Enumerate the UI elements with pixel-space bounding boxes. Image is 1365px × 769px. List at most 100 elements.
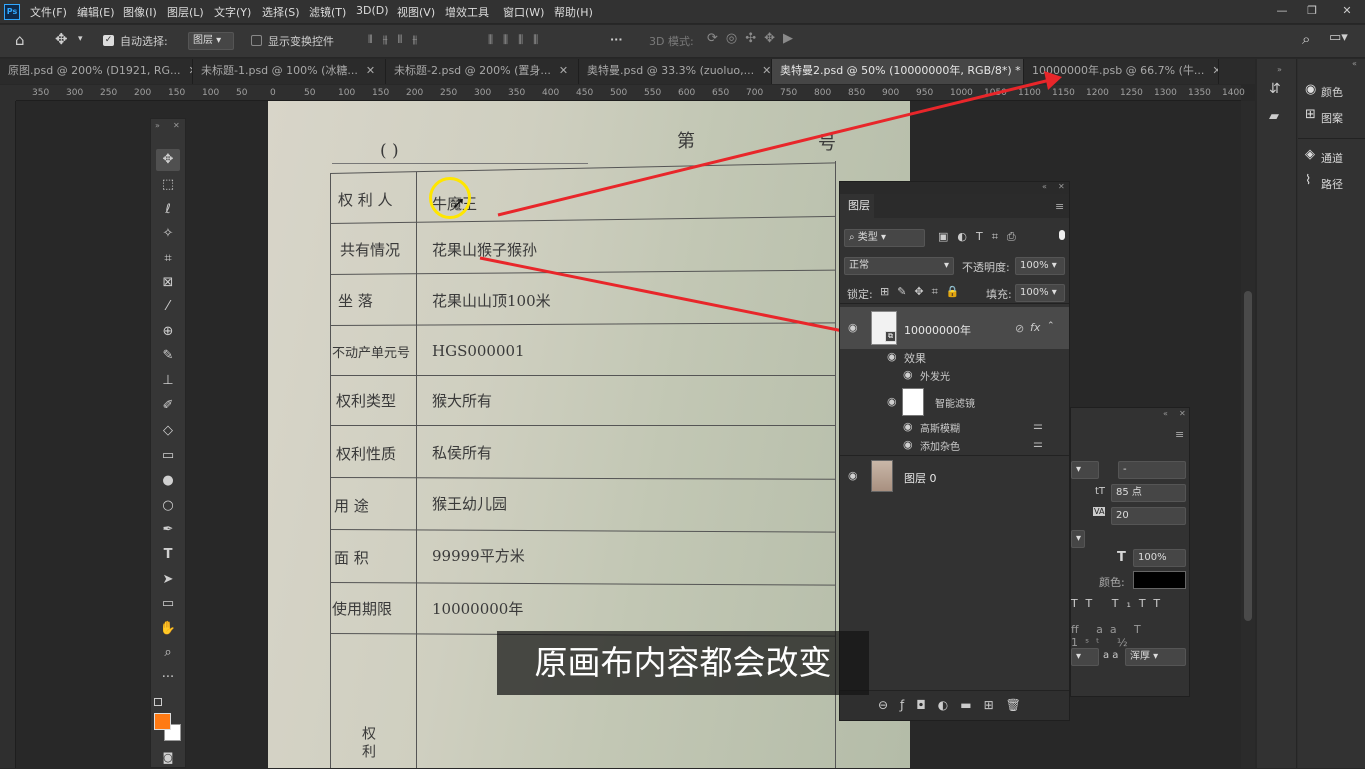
paths-icon[interactable]: ⌇	[1305, 173, 1311, 188]
layer-row-smart-filters[interactable]: ◉ 智能滤镜	[840, 385, 1069, 418]
eye-icon[interactable]: ◉	[848, 321, 858, 334]
dock-color[interactable]: 颜色	[1321, 84, 1343, 100]
collapse-icon[interactable]: «	[1163, 409, 1168, 418]
menu-image[interactable]: 图像(I)	[123, 4, 157, 20]
3d-tool-icons[interactable]: ⟳◎✣✥▶	[707, 31, 801, 46]
hand-tool-icon[interactable]: ✋	[156, 618, 180, 640]
layer-filter-dropdown[interactable]: ⌕ 类型 ▾	[844, 229, 925, 247]
tab-untitled-1[interactable]: 未标题-1.psd @ 100% (冰糖... ✕	[193, 59, 386, 84]
menu-filter[interactable]: 滤镜(T)	[309, 4, 346, 20]
kerning-dropdown[interactable]: ▾	[1071, 530, 1085, 548]
close-tab-icon[interactable]: ✕	[366, 64, 375, 77]
text-style-icons[interactable]: TT T₁TT	[1071, 597, 1168, 610]
chevron-down-icon[interactable]: ▾	[78, 34, 83, 44]
tab-aoteman2[interactable]: 奥特曼2.psd @ 50% (10000000年, RGB/8*) *✕	[772, 59, 1024, 84]
menu-help[interactable]: 帮助(H)	[554, 4, 593, 20]
menu-select[interactable]: 选择(S)	[262, 4, 300, 20]
eraser-icon[interactable]: ◇	[156, 420, 180, 442]
layer-row-effects[interactable]: ◉ 效果	[840, 349, 1069, 367]
filter-toggle[interactable]	[1059, 230, 1065, 240]
opacity-input[interactable]: 100% ▾	[1015, 257, 1065, 275]
close-tab-icon[interactable]: ✕	[762, 64, 771, 77]
eye-icon[interactable]: ◉	[887, 350, 897, 363]
dock-channels[interactable]: 通道	[1321, 150, 1343, 166]
foreground-color-swatch[interactable]	[154, 713, 171, 730]
tab-yuantu[interactable]: 原图.psd @ 200% (D1921, RG...✕	[0, 59, 193, 84]
text-color-swatch[interactable]	[1133, 571, 1186, 589]
more-options-icon[interactable]: ···	[610, 33, 623, 46]
comment-icon[interactable]: ▰	[1269, 109, 1279, 124]
lock-icons[interactable]: ⊞✎✥⌗🔒	[880, 285, 968, 299]
collapse-icon[interactable]: «	[1042, 182, 1047, 191]
font-family-dropdown[interactable]: ▾	[1071, 461, 1099, 479]
workspace-icon[interactable]: ▭▾	[1329, 30, 1348, 45]
menu-view[interactable]: 视图(V)	[397, 4, 435, 20]
move-tool-icon[interactable]: ✥	[55, 30, 68, 48]
menu-edit[interactable]: 编辑(E)	[77, 4, 115, 20]
home-icon[interactable]: ⌂	[15, 31, 25, 49]
gradient-tool-icon[interactable]: ▭	[156, 445, 180, 467]
panel-menu-icon[interactable]: ≡	[1175, 428, 1184, 441]
default-colors-icon[interactable]	[154, 698, 162, 706]
antialias-dropdown[interactable]: 浑厚 ▾	[1125, 648, 1186, 666]
font-style-dropdown[interactable]: -	[1118, 461, 1186, 479]
quick-mask-icon[interactable]: ◙	[156, 747, 180, 769]
filter-icons[interactable]: ▣◐T⌗⎙	[938, 230, 1025, 244]
zoom-tool-icon[interactable]: ⌕	[156, 642, 180, 664]
layer-row-layer0[interactable]: ◉ 图层 0	[840, 457, 1069, 495]
dock-paths[interactable]: 路径	[1321, 176, 1343, 192]
crop-tool-icon[interactable]: ⌗	[156, 248, 180, 270]
font-size-input[interactable]: 85 点	[1111, 484, 1186, 502]
blend-mode-dropdown[interactable]: 正常 ▾	[844, 257, 954, 275]
type-tool-icon[interactable]: T	[156, 544, 180, 566]
tracking-input[interactable]: 20	[1111, 507, 1186, 525]
close-icon[interactable]: ✕	[1179, 409, 1186, 418]
layer-row-smart-object[interactable]: ◉ ⧉ 10000000年 ⊘ fx ⌃	[840, 307, 1069, 349]
menu-3d[interactable]: 3D(D)	[356, 4, 389, 17]
palette-icon[interactable]: ◉	[1305, 82, 1316, 97]
menu-window[interactable]: 窗口(W)	[503, 4, 544, 20]
stamp-tool-icon[interactable]: ⊥	[156, 370, 180, 392]
filter-options-icon[interactable]: ⚌	[1033, 419, 1043, 432]
search-icon[interactable]: ⌕	[1302, 30, 1310, 48]
scroll-thumb[interactable]	[1244, 291, 1252, 621]
minimize-icon[interactable]: —	[1270, 3, 1294, 19]
lasso-tool-icon[interactable]: ℓ	[156, 199, 180, 221]
layer-row-add-noise[interactable]: ◉ 添加杂色 ⚌	[840, 437, 1069, 455]
layer-row-outer-glow[interactable]: ◉ 外发光	[840, 367, 1069, 385]
opentype-icons[interactable]: ﬀ aa T 1ˢᵗ ½	[1071, 623, 1189, 649]
layer-row-gaussian-blur[interactable]: ◉ 高斯模糊 ⚌	[840, 419, 1069, 437]
frame-tool-icon[interactable]: ⊠	[156, 272, 180, 294]
tab-10000000-psb[interactable]: 10000000年.psb @ 66.7% (牛... ✕	[1024, 59, 1219, 84]
menu-type[interactable]: 文字(Y)	[214, 4, 251, 20]
auto-select-checkbox[interactable]: ✓	[103, 35, 114, 46]
show-transform-checkbox[interactable]	[251, 35, 262, 46]
vertical-scrollbar[interactable]	[1241, 101, 1255, 768]
menu-file[interactable]: 文件(F)	[30, 4, 67, 20]
eye-icon[interactable]: ◉	[903, 368, 913, 381]
pattern-icon[interactable]: ⊞	[1305, 107, 1316, 122]
eye-icon[interactable]: ◉	[903, 438, 913, 451]
collapse-icon[interactable]: »	[1277, 65, 1282, 74]
dodge-tool-icon[interactable]: ○	[156, 495, 180, 517]
close-icon[interactable]: ✕	[1335, 3, 1359, 19]
language-dropdown[interactable]: ▾	[1071, 648, 1099, 666]
collapse-icon[interactable]: »	[155, 121, 160, 130]
dock-patterns[interactable]: 图案	[1321, 110, 1343, 126]
healing-brush-icon[interactable]: ⊕	[156, 321, 180, 343]
chevron-up-icon[interactable]: ⌃	[1047, 321, 1055, 331]
vertical-scale-input[interactable]: 100%	[1133, 549, 1186, 567]
history-icon[interactable]: ⇵	[1269, 81, 1281, 97]
close-tab-icon[interactable]: ✕	[1212, 64, 1218, 77]
marquee-tool-icon[interactable]: ⬚	[156, 174, 180, 196]
tab-layers[interactable]: 图层	[840, 194, 874, 218]
close-icon[interactable]: ✕	[173, 121, 180, 130]
move-tool-icon[interactable]: ✥	[156, 149, 180, 171]
menu-layer[interactable]: 图层(L)	[167, 4, 204, 20]
more-tools-icon[interactable]: ···	[156, 667, 180, 689]
eye-icon[interactable]: ◉	[887, 395, 897, 408]
history-brush-icon[interactable]: ✐	[156, 395, 180, 417]
restore-icon[interactable]: ❐	[1300, 3, 1324, 19]
panel-grip[interactable]	[840, 182, 1069, 194]
distribute-icons[interactable]: ⫼⫼⫼⫼	[488, 33, 548, 47]
